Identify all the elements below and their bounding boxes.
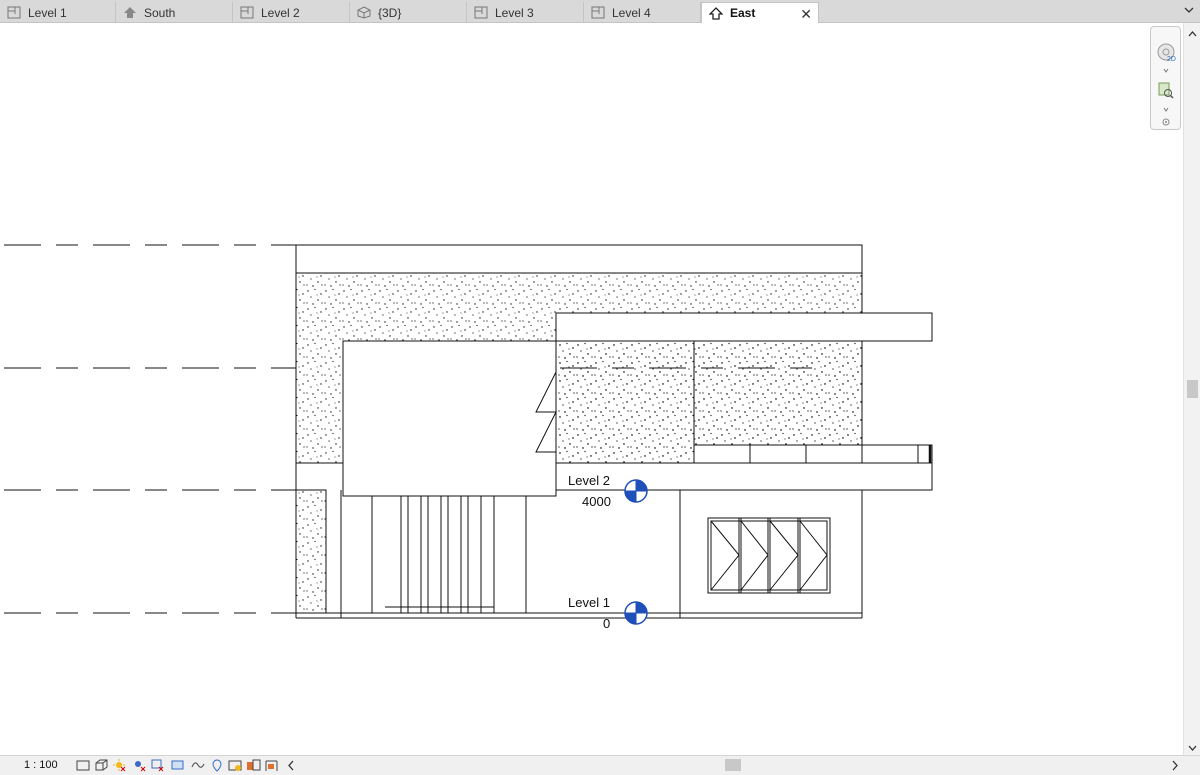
view-scale[interactable]: 1 : 100 <box>24 759 58 771</box>
unlocked-3d-view-icon[interactable] <box>190 758 205 773</box>
shadows-icon[interactable] <box>132 758 147 773</box>
crop-view-icon[interactable] <box>150 758 165 773</box>
level-1-name: Level 1 <box>568 595 610 610</box>
tab-label: {3D} <box>378 5 402 20</box>
tab-level-3[interactable]: Level 3 <box>467 2 584 23</box>
svg-text:2D: 2D <box>1167 56 1176 63</box>
tab-label: South <box>144 5 176 20</box>
tab-east[interactable]: East ✕ <box>701 2 819 23</box>
vertical-scrollbar[interactable] <box>1183 23 1200 755</box>
tab-label: Level 4 <box>612 5 651 20</box>
horizontal-scroll-thumb[interactable] <box>725 759 741 771</box>
horizontal-scrollbar[interactable] <box>300 758 1168 773</box>
scroll-down-icon[interactable] <box>1188 741 1197 751</box>
3d-view-icon <box>356 6 372 20</box>
tab-level-4[interactable]: Level 4 <box>584 2 701 23</box>
navigation-bar: 2D <box>1150 26 1181 130</box>
tab-label: Level 1 <box>28 5 67 20</box>
chevron-down-icon[interactable] <box>1184 5 1194 20</box>
view-control-bar: 1 : 100 <box>0 755 1200 775</box>
level-2-name: Level 2 <box>568 473 610 488</box>
highlight-displacement-icon[interactable] <box>264 758 279 773</box>
elevation-icon <box>708 6 724 20</box>
tab-level-2[interactable]: Level 2 <box>233 2 350 23</box>
level-2-elevation: 4000 <box>582 494 611 509</box>
elevation-view-canvas[interactable]: Level 2 4000 Level 1 0 <box>0 23 1183 755</box>
floor-plan-icon <box>239 6 255 20</box>
zoom-region-icon[interactable] <box>1156 81 1176 101</box>
steering-wheel-2d-icon[interactable]: 2D <box>1156 42 1176 63</box>
view-tab-bar: Level 1 South Level 2 {3D} Level 3 Level… <box>0 0 1200 23</box>
detail-level-icon[interactable] <box>76 758 91 773</box>
temporary-hide-icon[interactable] <box>210 758 225 773</box>
reveal-hidden-elements-icon[interactable] <box>228 758 243 773</box>
vertical-scroll-thumb[interactable] <box>1187 380 1198 398</box>
scroll-right-icon[interactable] <box>1168 758 1183 773</box>
tab-label: Level 2 <box>261 5 300 20</box>
floor-plan-icon <box>590 6 606 20</box>
building-elevation <box>295 244 933 619</box>
analytical-model-icon[interactable] <box>246 758 261 773</box>
chevron-down-icon[interactable] <box>1156 64 1176 74</box>
floor-plan-icon <box>6 6 22 20</box>
scroll-left-icon[interactable] <box>284 758 299 773</box>
tab-label: Level 3 <box>495 5 534 20</box>
chevron-down-icon[interactable] <box>1156 103 1176 113</box>
tab-south[interactable]: South <box>116 2 233 23</box>
level-1-elevation: 0 <box>603 616 610 631</box>
scroll-up-icon[interactable] <box>1188 28 1197 37</box>
tab-level-1[interactable]: Level 1 <box>0 2 116 23</box>
close-tab-button[interactable]: ✕ <box>800 6 812 23</box>
elevation-icon <box>122 6 138 20</box>
tab-3d[interactable]: {3D} <box>350 2 467 23</box>
settings-icon[interactable] <box>1156 116 1176 126</box>
sun-path-icon[interactable] <box>112 758 127 773</box>
floor-plan-icon <box>473 6 489 20</box>
tab-label: East <box>730 6 756 20</box>
show-crop-region-icon[interactable] <box>170 758 185 773</box>
visual-style-icon[interactable] <box>94 758 109 773</box>
